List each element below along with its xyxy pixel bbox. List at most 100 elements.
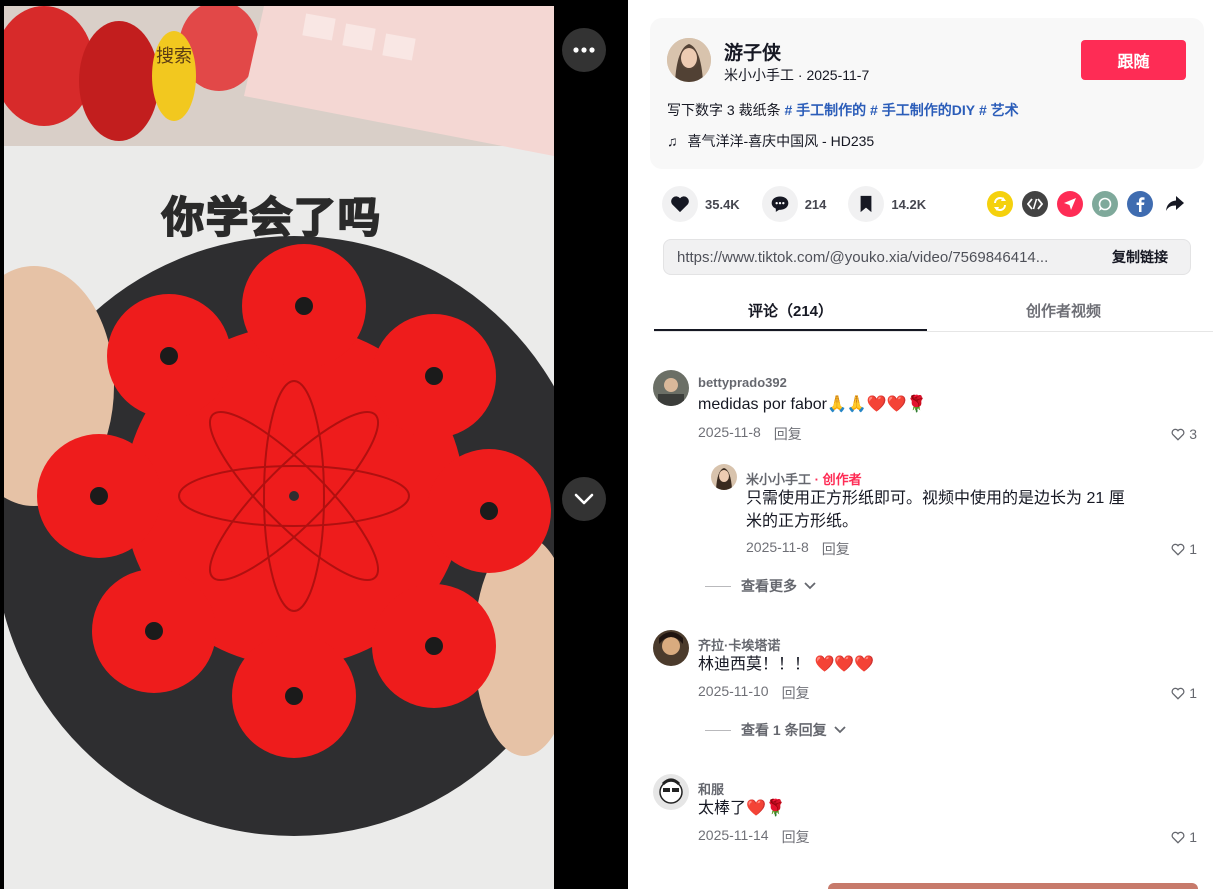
view-replies-button[interactable]: 查看 1 条回复 bbox=[705, 720, 847, 740]
music-note-icon: ♫ bbox=[667, 133, 678, 149]
divider-dash bbox=[705, 729, 731, 731]
view-more-label: 查看更多 bbox=[741, 578, 797, 594]
favorite-button[interactable]: 14.2K bbox=[848, 186, 926, 222]
code-icon bbox=[1027, 198, 1043, 210]
reply-meta: 2025-11-8 回复 bbox=[746, 539, 850, 559]
repost-icon bbox=[994, 197, 1006, 211]
reply-button[interactable]: 回复 bbox=[774, 424, 802, 444]
side-panel: 游子侠 米小小手工 · 2025-11-7 跟随 写下数字 3 裁纸条 # 手工… bbox=[628, 0, 1213, 889]
comment-list: bettyprado392 medidas por fabor🙏🙏❤️❤️🌹 2… bbox=[628, 332, 1213, 889]
tiktok-video-page: 搜索 你学会了吗 游子侠 米小小手工 · 2025-11-7 跟随 写下数字 3… bbox=[0, 0, 1213, 889]
heart-outline-icon bbox=[1171, 687, 1185, 700]
author-card: 游子侠 米小小手工 · 2025-11-7 跟随 写下数字 3 裁纸条 # 手工… bbox=[650, 18, 1204, 169]
video-caption: 你学会了吗 bbox=[161, 192, 383, 243]
comment-text: 林迪西莫！！！ ❤️❤️❤️ bbox=[698, 656, 875, 673]
heart-outline-icon bbox=[1171, 543, 1185, 556]
whatsapp-icon bbox=[1098, 197, 1112, 211]
comment-meta: 2025-11-10 回复 bbox=[698, 683, 810, 703]
avatar-image bbox=[653, 774, 689, 810]
reply-avatar[interactable] bbox=[711, 464, 737, 490]
comment-username[interactable]: 齐拉·卡埃塔诺 bbox=[698, 635, 780, 654]
comment-meta: 2025-11-8 回复 bbox=[698, 424, 802, 444]
whatsapp-share-button[interactable] bbox=[1092, 191, 1118, 217]
comment-date: 2025-11-10 bbox=[698, 683, 769, 699]
comment-like-button[interactable]: 1 bbox=[1171, 829, 1197, 845]
facebook-share-button[interactable] bbox=[1127, 191, 1153, 217]
share-link-box: https://www.tiktok.com/@youko.xia/video/… bbox=[663, 239, 1191, 275]
reply-like-button[interactable]: 1 bbox=[1171, 541, 1197, 557]
view-more-replies-button[interactable]: 查看更多 bbox=[705, 576, 817, 596]
author-name[interactable]: 游子侠 bbox=[724, 38, 781, 65]
favorite-count: 14.2K bbox=[891, 196, 927, 212]
copy-link-button[interactable]: 复制链接 bbox=[1090, 247, 1190, 267]
send-icon bbox=[1064, 198, 1076, 210]
hashtag-link[interactable]: # 手工制作的 bbox=[784, 102, 866, 118]
more-share-button[interactable] bbox=[1162, 191, 1188, 217]
tab-creator-videos[interactable]: 创作者视频 bbox=[927, 288, 1200, 331]
comment-like-button[interactable]: 3 bbox=[1171, 426, 1197, 442]
divider-dash bbox=[705, 585, 731, 587]
comment-input-bar[interactable] bbox=[828, 883, 1198, 889]
reply-button[interactable]: 回复 bbox=[822, 539, 850, 559]
creator-badge: · 创作者 bbox=[811, 472, 862, 487]
tab-comments[interactable]: 评论（214） bbox=[654, 288, 927, 331]
reply-button[interactable]: 回复 bbox=[782, 683, 810, 703]
embed-share-button[interactable] bbox=[1022, 191, 1048, 217]
comment-meta: 2025-11-14 回复 bbox=[698, 827, 810, 847]
comment-count: 214 bbox=[804, 196, 827, 212]
reply-username[interactable]: 米小小手工 · 创作者 bbox=[746, 469, 862, 488]
video-frame[interactable]: 搜索 你学会了吗 bbox=[4, 6, 554, 889]
reply-text-line: 米的正方形纸。 bbox=[746, 513, 859, 530]
follow-button[interactable]: 跟随 bbox=[1081, 40, 1186, 80]
reply-date: 2025-11-8 bbox=[746, 539, 809, 555]
comment-like-button[interactable]: 1 bbox=[1171, 685, 1197, 701]
commenter-avatar[interactable] bbox=[653, 774, 689, 810]
comment-username[interactable]: bettyprado392 bbox=[698, 375, 787, 390]
commenter-avatar[interactable] bbox=[653, 630, 689, 666]
video-description: 写下数字 3 裁纸条 # 手工制作的 # 手工制作的DIY # 艺术 bbox=[667, 100, 1019, 120]
description-text: 写下数字 3 裁纸条 bbox=[667, 102, 781, 118]
hashtag-link[interactable]: # 艺术 bbox=[979, 102, 1019, 118]
share-arrow-icon bbox=[1166, 196, 1184, 211]
more-options-button[interactable] bbox=[562, 28, 606, 72]
share-icons bbox=[987, 191, 1188, 217]
author-avatar[interactable] bbox=[667, 38, 711, 82]
avatar-image bbox=[711, 464, 737, 490]
facebook-icon bbox=[1136, 197, 1145, 212]
comment-date: 2025-11-8 bbox=[698, 424, 761, 440]
send-share-button[interactable] bbox=[1057, 191, 1083, 217]
author-subtitle: 米小小手工 · 2025-11-7 bbox=[724, 67, 870, 83]
comment-date: 2025-11-14 bbox=[698, 827, 769, 843]
video-scene bbox=[4, 6, 554, 889]
repost-share-button[interactable] bbox=[987, 191, 1013, 217]
avatar-image bbox=[653, 370, 689, 406]
chevron-down-icon bbox=[574, 493, 594, 505]
hashtag-link[interactable]: # 手工制作的DIY bbox=[870, 102, 975, 118]
comment-like-count: 3 bbox=[1189, 426, 1197, 442]
like-count: 35.4K bbox=[705, 196, 740, 212]
comment-text: medidas por fabor🙏🙏❤️❤️🌹 bbox=[698, 396, 927, 413]
engagement-bar: 35.4K 214 14.2K bbox=[662, 186, 948, 222]
heart-icon bbox=[671, 196, 689, 213]
chevron-down-icon bbox=[833, 726, 846, 734]
comment-username[interactable]: 和服 bbox=[698, 779, 724, 798]
comment-like-count: 1 bbox=[1189, 685, 1197, 701]
avatar-image bbox=[653, 630, 689, 666]
comment-text: 太棒了❤️🌹 bbox=[698, 800, 786, 817]
video-player[interactable]: 搜索 你学会了吗 bbox=[0, 0, 628, 889]
reply-button[interactable]: 回复 bbox=[782, 827, 810, 847]
reply-text: 只需使用正方形纸即可。视频中使用的是边长为 21 厘 米的正方形纸。 bbox=[746, 487, 1125, 533]
like-button[interactable]: 35.4K bbox=[662, 186, 740, 222]
comment-icon bbox=[771, 196, 789, 212]
reply-like-count: 1 bbox=[1189, 541, 1197, 557]
ellipsis-icon bbox=[573, 47, 595, 53]
music-link[interactable]: ♫ 喜气洋洋-喜庆中国风 - HD235 bbox=[667, 131, 874, 151]
heart-outline-icon bbox=[1171, 428, 1185, 441]
share-link-url[interactable]: https://www.tiktok.com/@youko.xia/video/… bbox=[664, 249, 1090, 266]
next-video-button[interactable] bbox=[562, 477, 606, 521]
search-hint: 搜索 bbox=[156, 46, 192, 66]
commenter-avatar[interactable] bbox=[653, 370, 689, 406]
avatar-image bbox=[667, 38, 711, 82]
comment-button[interactable]: 214 bbox=[761, 186, 827, 222]
bookmark-icon bbox=[861, 195, 872, 213]
